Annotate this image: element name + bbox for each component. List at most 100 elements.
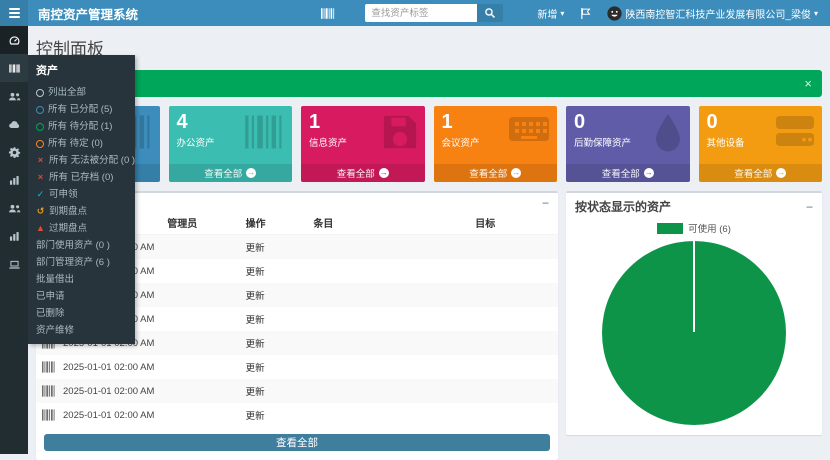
assets-menu-item[interactable]: 部门管理资产 (6 )	[28, 254, 135, 271]
barcode-icon	[42, 361, 57, 373]
card-view-all-link[interactable]: 查看全部→	[699, 164, 823, 182]
row-date: 2025-01-01 02:00 AM	[63, 410, 154, 421]
card-view-all-link[interactable]: 查看全部→	[566, 164, 690, 182]
floppy-disk-icon	[380, 113, 420, 151]
user-menu[interactable]: 陕西南控智汇科技产业发展有限公司_梁俊 ▾	[607, 6, 818, 21]
row-admin	[161, 379, 239, 403]
row-action: 更新	[240, 307, 308, 331]
legend-swatch	[657, 223, 683, 234]
row-item	[307, 379, 469, 403]
panel-title: 按状态显示的资产	[575, 198, 671, 215]
assets-menu-item[interactable]: ↺ 到期盘点	[28, 203, 135, 220]
sidebar-item-users[interactable]	[0, 82, 28, 110]
stat-cards-row: 查看全部→ 4 办公资产 查看全部→ 1 信息资产 查看全部→	[36, 106, 822, 182]
stat-card: 1 会议资产 查看全部→	[434, 106, 558, 182]
assets-menu-item[interactable]: 列出全部	[28, 84, 135, 101]
stat-card: 4 办公资产 查看全部→	[169, 106, 293, 182]
sidebar-item-dashboard[interactable]	[0, 26, 28, 54]
check-icon: ✓	[36, 190, 45, 199]
asset-tag-search	[365, 4, 503, 22]
sidebar-item-people[interactable]	[0, 194, 28, 222]
users-icon	[8, 202, 21, 215]
assets-menu-item[interactable]: ✓ 可申领	[28, 186, 135, 203]
row-item	[307, 307, 469, 331]
row-target	[469, 379, 558, 403]
circle-icon	[36, 106, 44, 114]
top-navbar: 南控资产管理系统 新增 ▾ 陕西南控智汇科技产业发展有限公司_梁俊 ▾	[0, 0, 830, 26]
arrow-circle-right-icon: →	[379, 168, 389, 178]
stat-card: 0 后勤保障资产 查看全部→	[566, 106, 690, 182]
pie-slice-divider	[693, 241, 695, 332]
sidebar-item-assets[interactable]	[0, 54, 28, 82]
table-row: 2025-01-01 02:00 AM 更新	[36, 379, 558, 403]
card-view-all-link[interactable]: 查看全部→	[169, 164, 293, 182]
user-name: 陕西南控智汇科技产业发展有限公司_梁俊	[625, 6, 811, 21]
main-content: 控制面板 × 查看全部→ 4 办公资产 查看全部→	[28, 26, 830, 454]
add-new-dropdown[interactable]: 新增 ▾	[537, 6, 564, 21]
legend-label: 可使用 (6)	[688, 221, 731, 235]
menu-item-label: 所有 已分配 (5)	[48, 104, 112, 115]
assets-menu-item[interactable]: 已申请	[28, 288, 135, 305]
row-item	[307, 283, 469, 307]
sidebar-item-devices[interactable]	[0, 250, 28, 278]
search-input[interactable]	[365, 4, 477, 22]
collapse-icon[interactable]: −	[542, 198, 549, 208]
row-action: 更新	[240, 355, 308, 379]
menu-item-label: 所有 已存档 (0)	[49, 172, 113, 183]
row-item	[307, 235, 469, 260]
sidebar-item-settings[interactable]	[0, 138, 28, 166]
menu-item-label: 部门使用资产 (0 )	[36, 240, 110, 251]
chart-legend: 可使用 (6)	[566, 221, 822, 235]
row-admin	[161, 235, 239, 260]
row-target	[469, 283, 558, 307]
menu-item-label: 到期盘点	[49, 206, 87, 217]
assets-menu-item[interactable]: × 所有 无法被分配 (0 )	[28, 152, 135, 169]
arrow-circle-right-icon: →	[246, 168, 256, 178]
table-row: 2025-01-01 02:00 AM 更新	[36, 403, 558, 427]
assets-menu-item[interactable]: 已删除	[28, 305, 135, 322]
menu-item-label: 所有 无法被分配 (0 )	[49, 155, 135, 166]
assets-menu-item[interactable]: 部门使用资产 (0 )	[28, 237, 135, 254]
row-date: 2025-01-01 02:00 AM	[63, 362, 154, 373]
card-view-all-link[interactable]: 查看全部→	[434, 164, 558, 182]
circle-icon	[36, 123, 44, 131]
assets-menu-item[interactable]: 所有 待定 (0)	[28, 135, 135, 152]
row-target	[469, 403, 558, 427]
stat-card: 0 其他设备 查看全部→	[699, 106, 823, 182]
search-button[interactable]	[477, 4, 503, 22]
flag-icon[interactable]	[580, 7, 591, 20]
sidebar-item-cloud[interactable]	[0, 110, 28, 138]
row-target	[469, 331, 558, 355]
close-icon[interactable]: ×	[804, 77, 812, 90]
bar-chart-icon	[8, 230, 21, 243]
assets-menu-item[interactable]: 所有 待分配 (1)	[28, 118, 135, 135]
sidebar-item-reports[interactable]	[0, 166, 28, 194]
assets-menu-item[interactable]: 所有 已分配 (5)	[28, 101, 135, 118]
row-action: 更新	[240, 379, 308, 403]
water-drop-icon	[651, 113, 685, 153]
app-title[interactable]: 南控资产管理系统	[28, 4, 148, 23]
hdd-server-icon	[773, 113, 817, 149]
card-view-all-link[interactable]: 查看全部→	[301, 164, 425, 182]
collapse-icon[interactable]: −	[806, 202, 813, 212]
hamburger-menu-icon[interactable]	[0, 0, 28, 26]
assets-menu-item[interactable]: 批量借出	[28, 271, 135, 288]
row-target	[469, 355, 558, 379]
row-item	[307, 259, 469, 283]
view-all-button[interactable]: 查看全部	[44, 434, 550, 451]
arrow-circle-right-icon: →	[776, 168, 786, 178]
barcode-icon[interactable]	[321, 8, 335, 19]
barcode-icon	[8, 62, 21, 75]
row-item	[307, 403, 469, 427]
row-target	[469, 235, 558, 260]
avatar	[607, 6, 622, 21]
sidebar-item-stats[interactable]	[0, 222, 28, 250]
success-banner: ×	[36, 70, 822, 97]
warning-icon: ▲	[36, 224, 45, 233]
assets-menu-item[interactable]: ▲ 过期盘点	[28, 220, 135, 237]
x-icon: ×	[36, 173, 45, 182]
assets-menu-item[interactable]: × 所有 已存档 (0)	[28, 169, 135, 186]
keyboard-icon	[506, 113, 552, 145]
assets-menu-item[interactable]: 资产维修	[28, 322, 135, 339]
circle-icon	[36, 89, 44, 97]
